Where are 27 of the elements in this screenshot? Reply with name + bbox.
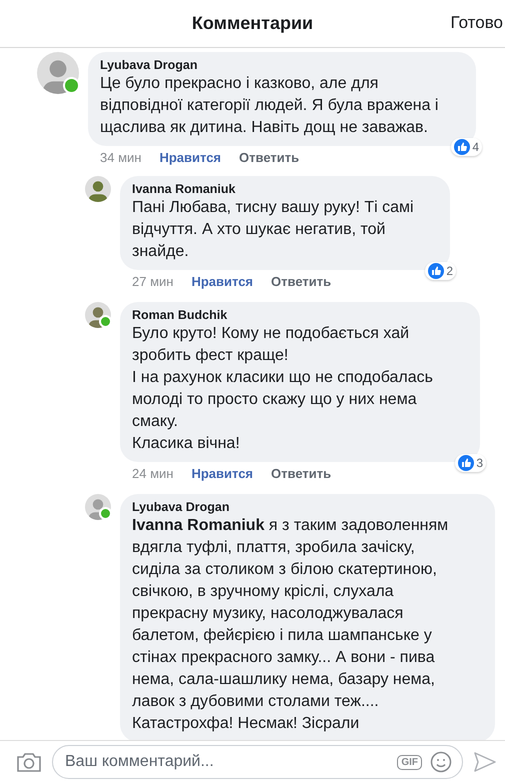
done-button[interactable]: Готово	[448, 13, 505, 33]
reaction-badge[interactable]: 3	[455, 454, 486, 472]
comment-time: 34 мин	[100, 150, 142, 165]
reaction-badge[interactable]: 4	[451, 138, 482, 156]
reply-button[interactable]: Ответить	[271, 274, 332, 289]
comment-time: 24 мин	[132, 466, 174, 481]
comment-text: Пані Любава, тисну вашу руку! Ті самі відчуття. А хто шукає негатив, той знайде.	[132, 198, 415, 262]
like-button[interactable]: Нравится	[159, 150, 222, 165]
comment-text: Це було прекрасно і казково, але для відповідної категорії людей. Я була вражена і щаслива як дитина. Навіть дощ не заважав.	[100, 74, 440, 138]
comment-author[interactable]: Roman Budchik	[132, 308, 468, 322]
comment-text: Ivanna Romaniuk я з таким задоволенням вдягла туфлі, плаття, зробила зачіску, сиділа за столиком з білою скатертиною, свічкою, в зручному кріслі, слухала прекрасну музику, насолоджувалася балетом, фейєрією і пила шампанське у стінах прекрасного замку... А вони - пива нема, сала-шашлику нема, базару нема, лавок з дубовими столами теж.... Катастрохфа! Несмак! Зісрали	[132, 516, 450, 734]
reply-button[interactable]: Ответить	[271, 466, 332, 481]
reaction-badge[interactable]: 2	[425, 262, 456, 280]
reaction-count: 4	[472, 140, 479, 154]
comment-time: 27 мин	[132, 274, 174, 289]
comment-author[interactable]: Lyubava Drogan	[132, 500, 483, 514]
comment-author[interactable]: Ivanna Romaniuk	[132, 182, 438, 196]
like-button[interactable]: Нравится	[191, 274, 254, 289]
like-button[interactable]: Нравится	[191, 466, 254, 481]
gif-button[interactable]: GIF	[397, 754, 422, 770]
reaction-count: 2	[446, 264, 453, 278]
reaction-count: 3	[476, 456, 483, 470]
screen-title: Комментарии	[192, 13, 314, 34]
comment-text: Було круто! Кому не подобається хай зробить фест краще! І на рахунок класики що не сподобалась молоді то просто скажу що у них нема смаку. Класика вічна!	[132, 324, 434, 454]
reply-button[interactable]: Ответить	[239, 150, 300, 165]
comment-input[interactable]: Ваш комментарий... GIF	[52, 745, 463, 779]
comment-author[interactable]: Lyubava Drogan	[100, 58, 464, 72]
